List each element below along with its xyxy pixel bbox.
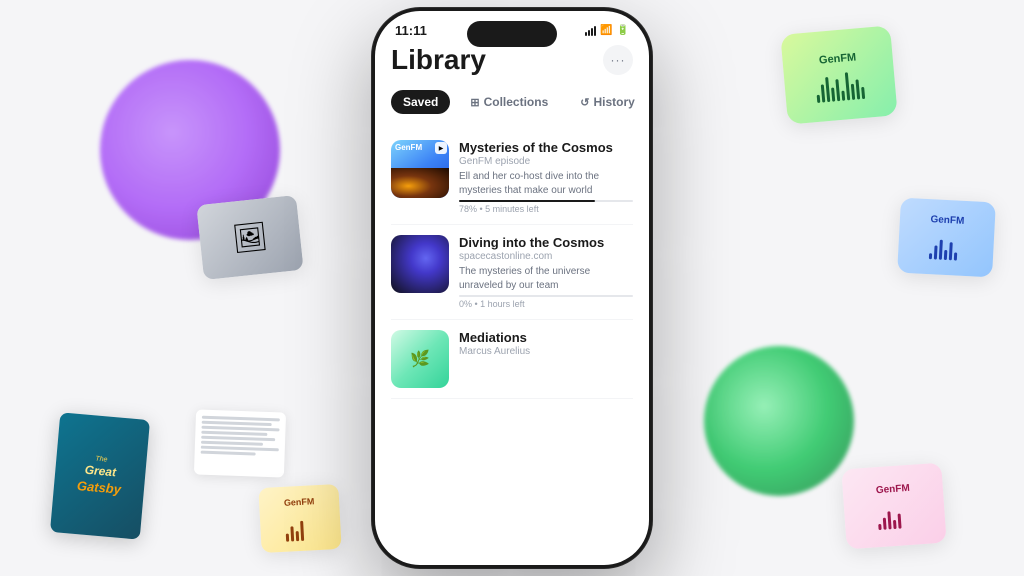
tab-collections[interactable]: ⊞ Collections bbox=[458, 90, 560, 114]
genfm-card-bottom-right: GenFM bbox=[841, 463, 946, 550]
genfm-top-label: GenFM bbox=[819, 51, 857, 66]
podcast-source-mysteries: GenFM episode bbox=[459, 156, 633, 167]
podcast-meta-mysteries: 78% • 5 minutes left bbox=[459, 204, 633, 214]
waveform-right bbox=[928, 229, 963, 261]
podcast-meta-diving: 0% • 1 hours left bbox=[459, 299, 633, 309]
genfm-card-bottom-left: GenFM bbox=[258, 484, 341, 553]
progress-bar-diving bbox=[459, 295, 633, 297]
wifi-icon: 📶 bbox=[600, 25, 612, 36]
ellipsis-icon: ··· bbox=[611, 53, 626, 67]
podcast-item-mediations[interactable]: 🌿 Mediations Marcus Aurelius bbox=[391, 320, 633, 399]
photo-card-left: 🖼 bbox=[196, 195, 303, 280]
tab-history[interactable]: ↺ History bbox=[568, 90, 647, 114]
collections-icon: ⊞ bbox=[470, 96, 479, 109]
purple-orb bbox=[100, 60, 280, 240]
gatsby-great: Great bbox=[78, 462, 123, 481]
history-icon: ↺ bbox=[580, 96, 589, 109]
waveform-bottom-left bbox=[284, 510, 316, 542]
genfm-card-top-right: GenFM bbox=[780, 25, 897, 124]
podcast-info-diving: Diving into the Cosmos spacecastonline.c… bbox=[459, 235, 633, 309]
phone-screen: 11:11 📶 🔋 Library ··· bbox=[375, 11, 649, 565]
signal-bars-icon bbox=[585, 26, 596, 36]
photo-icon: 🖼 bbox=[231, 219, 270, 256]
podcast-thumb-mediations: 🌿 bbox=[391, 330, 449, 388]
gatsby-the: The bbox=[79, 453, 124, 466]
podcast-title-mediations: Mediations bbox=[459, 330, 633, 345]
genfm-right-label: GenFM bbox=[930, 214, 964, 227]
status-time: 11:11 bbox=[395, 23, 427, 38]
dynamic-island bbox=[467, 21, 557, 47]
podcast-item-mysteries[interactable]: GenFM ▶ Mysteries of the Cosmos GenFM ep… bbox=[391, 130, 633, 225]
genfm-bottom-left-label: GenFM bbox=[284, 496, 315, 508]
gatsby-gatsby: Gatsby bbox=[76, 478, 121, 499]
phone-frame: 11:11 📶 🔋 Library ··· bbox=[372, 8, 652, 568]
genfm-bottom-right-label: GenFM bbox=[876, 482, 911, 495]
waveform-top bbox=[815, 69, 865, 103]
podcast-title-mysteries: Mysteries of the Cosmos bbox=[459, 140, 633, 155]
tab-saved[interactable]: Saved bbox=[391, 90, 450, 114]
podcast-source-diving: spacecastonline.com bbox=[459, 251, 633, 262]
podcast-thumb-diving bbox=[391, 235, 449, 293]
progress-bar-mysteries bbox=[459, 200, 633, 202]
green-orb bbox=[704, 346, 854, 496]
library-header: Library ··· bbox=[391, 44, 633, 76]
battery-icon: 🔋 bbox=[617, 25, 629, 36]
genfm-card-right: GenFM bbox=[897, 198, 996, 278]
status-icons: 📶 🔋 bbox=[585, 25, 629, 36]
genfm-thumb-label-1: GenFM bbox=[395, 144, 422, 152]
podcast-info-mediations: Mediations Marcus Aurelius bbox=[459, 330, 633, 388]
more-options-button[interactable]: ··· bbox=[603, 45, 633, 75]
podcast-source-mediations: Marcus Aurelius bbox=[459, 346, 633, 357]
podcast-thumb-mysteries: GenFM ▶ bbox=[391, 140, 449, 198]
podcast-item-diving[interactable]: Diving into the Cosmos spacecastonline.c… bbox=[391, 225, 633, 320]
paper-card bbox=[194, 409, 286, 477]
library-title: Library bbox=[391, 44, 486, 76]
podcast-info-mysteries: Mysteries of the Cosmos GenFM episode El… bbox=[459, 140, 633, 214]
screen-content: Library ··· Saved ⊞ Collections ↺ Histor… bbox=[375, 44, 649, 548]
podcast-desc-diving: The mysteries of the universe unraveled … bbox=[459, 265, 633, 292]
podcast-list: GenFM ▶ Mysteries of the Cosmos GenFM ep… bbox=[391, 130, 633, 399]
meditation-thumb-icon: 🌿 bbox=[410, 349, 430, 369]
podcast-desc-mysteries: Ell and her co-host dive into the myster… bbox=[459, 170, 633, 197]
filter-tabs: Saved ⊞ Collections ↺ History bbox=[391, 90, 633, 114]
podcast-title-diving: Diving into the Cosmos bbox=[459, 235, 633, 250]
waveform-bottom-right bbox=[877, 497, 913, 529]
play-badge-1: ▶ bbox=[435, 142, 447, 154]
gatsby-book-card: The Great Gatsby bbox=[50, 412, 150, 539]
